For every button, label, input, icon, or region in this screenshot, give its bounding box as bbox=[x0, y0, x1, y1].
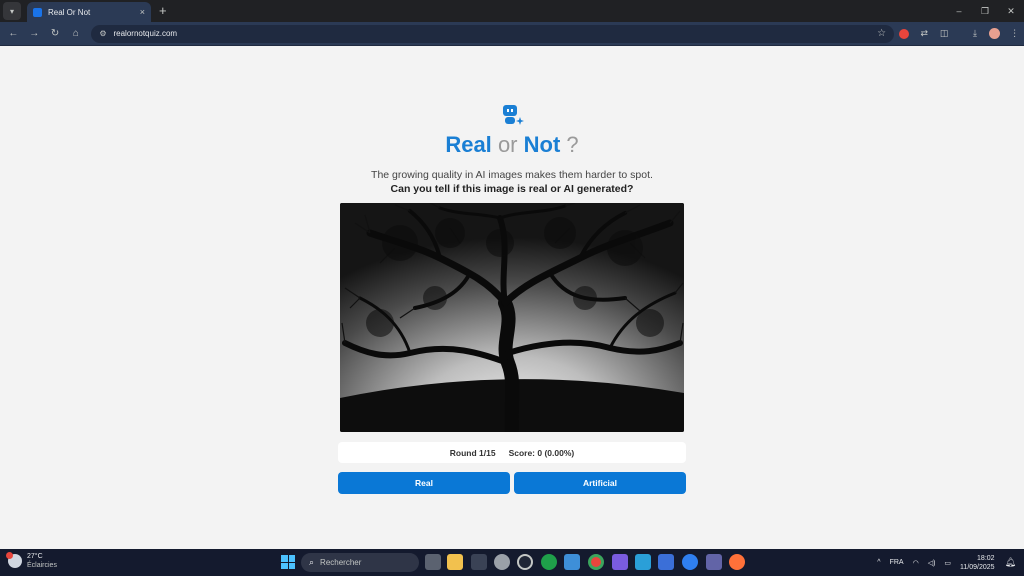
search-icon: ⌕ bbox=[309, 557, 315, 567]
clock-date: 11/09/2025 bbox=[960, 563, 995, 571]
clock[interactable]: 18:02 11/09/2025 bbox=[960, 554, 995, 572]
extension-red-icon[interactable] bbox=[895, 24, 914, 43]
weather-description: Éclaircies bbox=[27, 562, 57, 569]
chrome-icon[interactable] bbox=[588, 554, 604, 570]
tab-title: Real Or Not bbox=[48, 7, 91, 17]
weather-cloud-icon bbox=[6, 552, 22, 568]
teams-icon[interactable] bbox=[706, 554, 722, 570]
title-or: or bbox=[497, 132, 518, 157]
windows-start-icon[interactable] bbox=[281, 555, 295, 569]
gaming-icon[interactable] bbox=[612, 554, 628, 570]
home-icon[interactable]: ⌂ bbox=[66, 24, 85, 43]
store-icon[interactable] bbox=[635, 554, 651, 570]
volume-icon[interactable]: ◁) bbox=[928, 559, 936, 567]
tray-overflow-icon[interactable]: ^ bbox=[877, 559, 880, 566]
address-bar[interactable]: ⚙ realornotquiz.com ☆ bbox=[91, 24, 895, 43]
tab-strip: ▾ Real Or Not × + – ❐ ✕ bbox=[0, 0, 1024, 22]
close-window-button[interactable]: ✕ bbox=[998, 0, 1024, 22]
taskbar-search[interactable]: ⌕ Rechercher bbox=[301, 553, 419, 572]
language-indicator[interactable]: FRA bbox=[890, 559, 904, 566]
new-tab-button[interactable]: + bbox=[159, 3, 167, 19]
question-text: Can you tell if this image is real or AI… bbox=[390, 183, 634, 195]
profile-avatar-icon[interactable] bbox=[985, 24, 1004, 43]
site-favicon-icon bbox=[33, 7, 42, 17]
media-player-icon[interactable] bbox=[517, 554, 533, 570]
messenger-icon[interactable] bbox=[682, 554, 698, 570]
quiz-image bbox=[340, 203, 684, 432]
weather-temperature: 27°C bbox=[27, 553, 43, 560]
photos-icon[interactable] bbox=[564, 554, 580, 570]
task-view-icon[interactable] bbox=[425, 554, 441, 570]
firefox-icon[interactable] bbox=[729, 554, 745, 570]
page-title: Real or Not ? bbox=[0, 132, 1024, 158]
app-disk-icon[interactable] bbox=[494, 554, 510, 570]
notification-bell-icon[interactable]: 🔔︎ bbox=[1005, 557, 1016, 568]
extensions-puzzle-icon[interactable]: ◫ bbox=[935, 24, 954, 43]
bookmark-star-icon[interactable]: ☆ bbox=[877, 28, 886, 39]
real-button[interactable]: Real bbox=[338, 472, 510, 494]
forward-arrow-icon[interactable]: → bbox=[25, 24, 44, 43]
download-icon[interactable]: ⤓ bbox=[966, 24, 985, 43]
score-text: Score: 0 (0.00%) bbox=[508, 447, 575, 458]
robot-logo-icon bbox=[503, 105, 524, 125]
page-content: Real or Not ? The growing quality in AI … bbox=[0, 47, 1024, 549]
app-cube-icon[interactable] bbox=[471, 554, 487, 570]
battery-icon[interactable]: ▭ bbox=[944, 559, 951, 567]
search-placeholder: Rechercher bbox=[320, 558, 362, 567]
title-real: Real bbox=[445, 132, 492, 157]
clock-time: 18:02 bbox=[977, 554, 995, 562]
site-info-icon[interactable]: ⚙ bbox=[99, 29, 106, 38]
artificial-button[interactable]: Artificial bbox=[514, 472, 686, 494]
browser-toolbar: ← → ↻ ⌂ ⚙ realornotquiz.com ☆ ⇄ ◫ ⤓ ⋮ bbox=[0, 22, 1024, 46]
round-counter: Round 1/15 bbox=[449, 447, 496, 458]
menu-kebab-icon[interactable]: ⋮ bbox=[1005, 24, 1024, 43]
title-question-mark: ? bbox=[566, 132, 579, 157]
back-arrow-icon[interactable]: ← bbox=[4, 24, 23, 43]
file-explorer-icon[interactable] bbox=[447, 554, 463, 570]
extension-translate-icon[interactable]: ⇄ bbox=[915, 24, 934, 43]
url-text[interactable]: realornotquiz.com bbox=[113, 29, 877, 38]
tab-real-or-not[interactable]: Real Or Not × bbox=[27, 2, 151, 22]
minimize-button[interactable]: – bbox=[946, 0, 972, 22]
title-not: Not bbox=[523, 132, 561, 157]
tab-close-icon[interactable]: × bbox=[140, 7, 145, 17]
subtitle: The growing quality in AI images makes t… bbox=[371, 169, 653, 181]
taskbar: 27°C Éclaircies ⌕ Rechercher ^ FRA ◠ ◁) … bbox=[0, 549, 1024, 576]
weather-widget[interactable]: 27°C Éclaircies bbox=[6, 552, 57, 570]
system-tray: ^ FRA ◠ ◁) ▭ 18:02 11/09/2025 🔔︎ bbox=[877, 549, 1024, 576]
restore-button[interactable]: ❐ bbox=[972, 0, 998, 22]
weather-text: 27°C Éclaircies bbox=[27, 552, 57, 570]
tab-search-icon[interactable]: ▾ bbox=[3, 2, 21, 20]
window-controls: – ❐ ✕ bbox=[946, 0, 1024, 22]
xbox-icon[interactable] bbox=[541, 554, 557, 570]
reload-icon[interactable]: ↻ bbox=[46, 24, 65, 43]
pen-icon[interactable] bbox=[658, 554, 674, 570]
score-panel: Round 1/15 Score: 0 (0.00%) bbox=[338, 442, 686, 463]
wifi-icon[interactable]: ◠ bbox=[913, 559, 919, 567]
